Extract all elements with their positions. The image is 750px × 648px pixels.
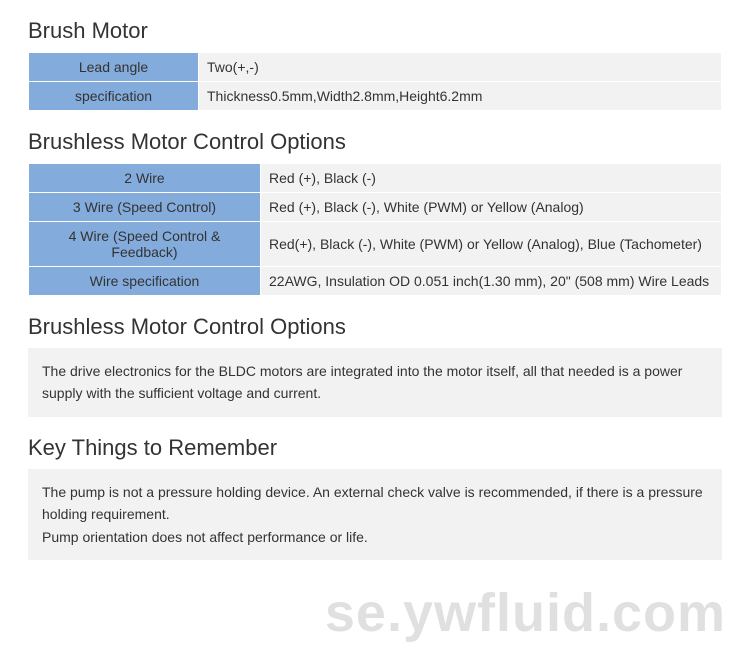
row-label: 2 Wire [29,164,261,193]
row-label: 4 Wire (Speed Control & Feedback) [29,222,261,267]
note-text: Pump orientation does not affect perform… [42,526,708,548]
row-value: Two(+,-) [199,53,722,82]
row-label: Wire specification [29,267,261,296]
table-row: 2 Wire Red (+), Black (-) [29,164,722,193]
note-text: The pump is not a pressure holding devic… [42,481,708,526]
note-text: The drive electronics for the BLDC motor… [42,360,708,405]
brushless-note-box: The drive electronics for the BLDC motor… [28,348,722,417]
row-label: 3 Wire (Speed Control) [29,193,261,222]
section-title-brushless-options: Brushless Motor Control Options [28,129,722,155]
table-row: specification Thickness0.5mm,Width2.8mm,… [29,82,722,111]
section-title-key-things: Key Things to Remember [28,435,722,461]
table-row: Lead angle Two(+,-) [29,53,722,82]
section-title-brush-motor: Brush Motor [28,18,722,44]
row-value: Red (+), Black (-) [261,164,722,193]
row-value: Red (+), Black (-), White (PWM) or Yello… [261,193,722,222]
row-value: Red(+), Black (-), White (PWM) or Yellow… [261,222,722,267]
key-things-box: The pump is not a pressure holding devic… [28,469,722,560]
row-label: specification [29,82,199,111]
brush-motor-table: Lead angle Two(+,-) specification Thickn… [28,52,722,111]
row-label: Lead angle [29,53,199,82]
brushless-options-table: 2 Wire Red (+), Black (-) 3 Wire (Speed … [28,163,722,296]
table-row: 3 Wire (Speed Control) Red (+), Black (-… [29,193,722,222]
section-title-brushless-note: Brushless Motor Control Options [28,314,722,340]
table-row: Wire specification 22AWG, Insulation OD … [29,267,722,296]
row-value: Thickness0.5mm,Width2.8mm,Height6.2mm [199,82,722,111]
row-value: 22AWG, Insulation OD 0.051 inch(1.30 mm)… [261,267,722,296]
watermark: se.ywfluid.com [325,582,726,644]
table-row: 4 Wire (Speed Control & Feedback) Red(+)… [29,222,722,267]
